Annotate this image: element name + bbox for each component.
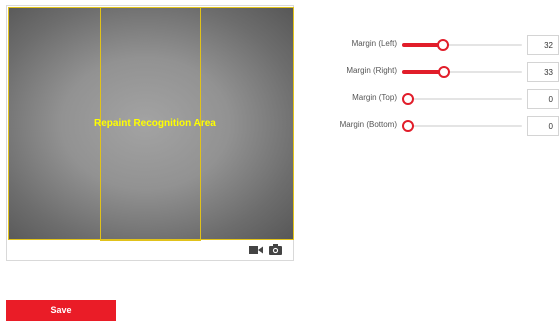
margin-bottom-slider[interactable] (402, 120, 522, 132)
slider-handle[interactable] (402, 120, 414, 132)
margin-bottom-label: Margin (Bottom) (339, 120, 397, 129)
slider-track (402, 98, 522, 100)
slider-handle[interactable] (436, 39, 449, 51)
margin-left-slider[interactable] (402, 39, 522, 51)
margin-left-input[interactable]: 32 (527, 35, 559, 55)
recognition-area-label: Repaint Recognition Area (94, 118, 216, 129)
slider-handle[interactable] (402, 93, 414, 105)
margin-left-label: Margin (Left) (351, 39, 397, 48)
margin-right-input[interactable]: 33 (527, 62, 559, 82)
margin-bottom-input[interactable]: 0 (527, 116, 559, 136)
margin-right-slider[interactable] (402, 66, 522, 78)
slider-handle[interactable] (437, 66, 450, 78)
video-camera-icon[interactable] (249, 245, 263, 255)
margin-top-input[interactable]: 0 (527, 89, 559, 109)
margin-left-row: Margin (Left) 32 (300, 35, 559, 55)
save-button[interactable]: Save (6, 300, 116, 321)
margin-bottom-row: Margin (Bottom) 0 (300, 116, 559, 136)
margin-right-label: Margin (Right) (346, 66, 397, 75)
margin-top-slider[interactable] (402, 93, 522, 105)
margin-top-row: Margin (Top) 0 (300, 89, 559, 109)
live-view-panel: Repaint Recognition Area (6, 5, 294, 261)
margin-right-row: Margin (Right) 33 (300, 62, 559, 82)
video-toolbar (7, 241, 293, 261)
margin-top-label: Margin (Top) (352, 93, 397, 102)
snapshot-camera-icon[interactable] (269, 244, 282, 255)
live-video-view: Repaint Recognition Area (8, 7, 294, 241)
slider-track (402, 125, 522, 127)
